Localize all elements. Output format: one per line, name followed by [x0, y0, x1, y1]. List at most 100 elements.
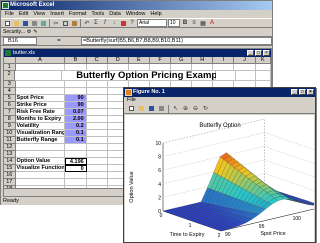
maximize-icon[interactable]: □ [255, 50, 262, 56]
column-header[interactable]: H [192, 57, 214, 64]
help-icon[interactable]: ? [128, 19, 136, 27]
menu-view[interactable]: View [33, 10, 45, 18]
column-header[interactable]: B [65, 57, 87, 64]
menu-data[interactable]: Data [109, 10, 121, 18]
label-cell[interactable]: Risk Free Rate [15, 109, 66, 116]
row-header[interactable]: 11 [4, 137, 16, 144]
label-cell[interactable]: Volatility [15, 123, 66, 130]
toolbar-gear-icon[interactable]: ⚙ [27, 29, 31, 35]
value-cell[interactable]: 0 [65, 165, 87, 172]
sheet-title[interactable]: Butterfly Option Pricing Example [62, 71, 225, 81]
row-header[interactable]: 4 [4, 88, 16, 95]
cell[interactable] [86, 158, 108, 165]
cell[interactable] [65, 88, 87, 95]
preview-icon[interactable] [39, 19, 47, 27]
font-size-combo[interactable]: 10 [168, 19, 180, 27]
cell[interactable] [86, 172, 108, 179]
cell[interactable] [15, 179, 66, 186]
cell[interactable] [14, 71, 63, 81]
zoom-in-icon[interactable]: ⊕ [181, 104, 190, 113]
row-header[interactable]: 14 [4, 158, 16, 165]
cell[interactable] [216, 71, 237, 81]
cell[interactable] [86, 88, 108, 95]
cell[interactable] [86, 130, 108, 137]
surface-plot[interactable]: Butterfly Option 10864200129095100105 Op… [125, 115, 320, 242]
cell[interactable] [15, 151, 66, 158]
cell[interactable] [65, 179, 87, 186]
close-icon[interactable]: × [263, 50, 270, 56]
column-header[interactable]: J [234, 57, 256, 64]
cell[interactable] [86, 102, 108, 109]
row-header[interactable]: 2 [4, 71, 15, 81]
menu-tools[interactable]: Tools [91, 10, 104, 18]
menu-help[interactable]: Help [150, 10, 161, 18]
cell[interactable] [86, 165, 108, 172]
figure-titlebar[interactable]: Figure No. 1 _ □ × [124, 88, 315, 97]
row-header[interactable]: 13 [4, 151, 16, 158]
column-header[interactable]: G [171, 57, 193, 64]
row-header[interactable]: 5 [4, 95, 16, 102]
menu-format[interactable]: Format [69, 10, 86, 18]
column-header[interactable]: C [86, 57, 108, 64]
excel-titlebar[interactable]: Microsoft Excel [1, 1, 272, 10]
toolbar-pen-icon[interactable]: ✎ [33, 29, 37, 35]
cell[interactable] [65, 81, 87, 88]
column-header[interactable]: E [128, 57, 150, 64]
cell[interactable] [15, 88, 66, 95]
column-header[interactable]: I [213, 57, 235, 64]
cell[interactable] [86, 123, 108, 130]
cell[interactable] [86, 116, 108, 123]
column-header[interactable]: F [149, 57, 172, 64]
row-header[interactable]: 8 [4, 116, 16, 123]
rotate-icon[interactable]: ↻ [201, 104, 210, 113]
copy-icon[interactable] [61, 19, 69, 27]
workbook-titlebar[interactable]: butter.xls _ □ × [4, 49, 271, 57]
new-icon[interactable] [3, 19, 11, 27]
value-cell[interactable]: 4.196 [65, 158, 87, 165]
undo-icon[interactable]: ↶ [83, 19, 91, 27]
save-icon[interactable] [147, 104, 156, 113]
cell[interactable] [65, 172, 87, 179]
cell[interactable] [256, 71, 271, 81]
row-header[interactable]: 10 [4, 130, 16, 137]
label-cell[interactable]: Strike Price [15, 102, 66, 109]
column-header[interactable]: D [107, 57, 129, 64]
name-box[interactable]: B16 [3, 37, 37, 45]
cell[interactable] [86, 151, 108, 158]
cell[interactable] [15, 172, 66, 179]
bold-icon[interactable]: B [181, 19, 189, 27]
cell[interactable] [86, 95, 108, 102]
column-header[interactable]: A [15, 57, 66, 64]
formula-input[interactable]: =Butterfly(surf(B5,B6,B7,B8,B9,B10,B11) [81, 37, 272, 45]
font-name-combo[interactable]: Arial [137, 19, 167, 27]
autosum-icon[interactable]: Σ [92, 19, 100, 27]
label-cell[interactable]: Option Value [15, 158, 66, 165]
figure-canvas[interactable]: Butterfly Option 10864200129095100105 Op… [125, 115, 320, 242]
close-icon[interactable]: × [307, 89, 314, 95]
cut-icon[interactable]: ✂ [52, 19, 60, 27]
value-cell[interactable]: 0.1 [65, 137, 87, 144]
cell[interactable] [15, 144, 66, 151]
column-header[interactable]: K [255, 57, 271, 64]
row-header[interactable]: 7 [4, 109, 16, 116]
cell[interactable] [86, 137, 108, 144]
row-header[interactable]: 9 [4, 123, 16, 130]
cell[interactable] [15, 81, 66, 88]
menu-file[interactable]: File [5, 10, 14, 18]
minimize-icon[interactable]: _ [247, 50, 254, 56]
row-header[interactable]: 15 [4, 165, 16, 172]
row-header[interactable]: 3 [4, 81, 16, 88]
label-cell[interactable]: Visualization Range [15, 130, 66, 137]
cell[interactable] [86, 179, 108, 186]
cell[interactable] [86, 81, 108, 88]
menu-window[interactable]: Window [126, 10, 146, 18]
row-header[interactable]: 17 [4, 179, 16, 186]
cell[interactable] [86, 144, 108, 151]
arrow-icon[interactable]: ↖ [171, 104, 180, 113]
function-icon[interactable]: f [101, 19, 109, 27]
minimize-icon[interactable]: _ [291, 89, 298, 95]
cell[interactable] [15, 64, 66, 71]
font-color-icon[interactable]: A [208, 19, 216, 27]
row-header[interactable]: 1 [4, 64, 16, 71]
row-header[interactable]: 12 [4, 144, 16, 151]
